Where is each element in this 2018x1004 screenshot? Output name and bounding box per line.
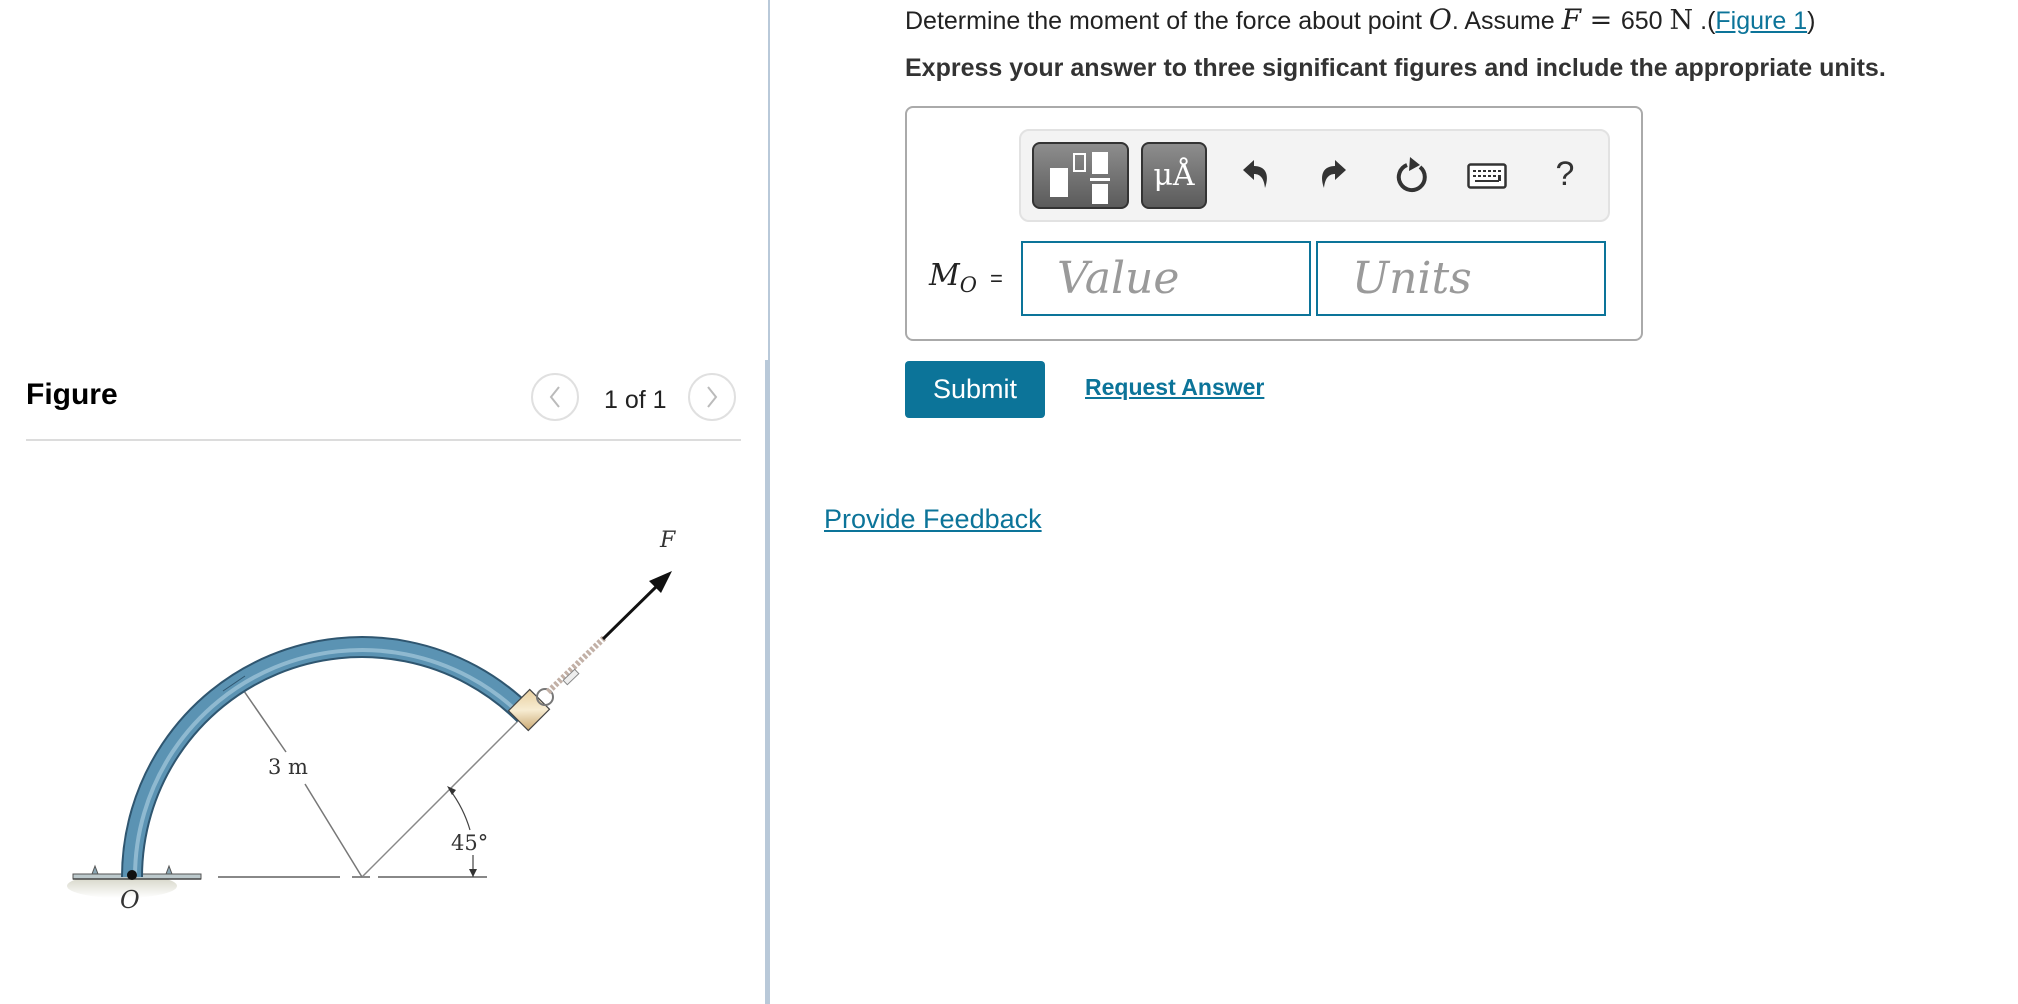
units-input[interactable] [1316,241,1606,316]
keyboard-icon[interactable] [1466,162,1508,190]
point-o-label: O [120,886,140,914]
label-subscript: O [959,273,977,297]
provide-feedback-link[interactable]: Provide Feedback [824,504,1042,535]
question-equals: = [1581,5,1621,36]
panel-resize-handle[interactable] [765,360,770,1004]
question-link-prefix: .( [1693,7,1716,35]
cable [545,635,607,695]
question-force-unit: N [1669,5,1694,36]
figure-diagram: F 3 m 45° O [67,528,676,914]
figure-link[interactable]: Figure 1 [1715,7,1807,35]
point-o-marker [127,870,137,880]
value-input[interactable] [1021,241,1311,316]
answer-variable-label: MO [929,258,977,297]
reset-icon[interactable] [1392,153,1432,197]
radius-line-lower [304,783,363,878]
undo-icon[interactable] [1238,155,1274,195]
question-point: O [1428,3,1452,36]
force-label: F [659,528,676,553]
next-figure-button[interactable] [688,373,736,421]
previous-figure-button[interactable] [531,373,579,421]
chevron-left-icon [549,386,560,408]
question-force-value: 650 [1620,7,1663,35]
templates-button[interactable] [1032,142,1129,209]
fraction-templates-icon [1050,152,1110,204]
units-button[interactable]: μÅ [1141,142,1207,209]
question-text: Determine the moment of the force about … [905,3,1815,36]
help-button[interactable]: ? [1550,152,1580,196]
question-prefix: Determine the moment of the force about … [905,7,1429,35]
label-main: M [929,258,960,293]
answer-instruction: Express your answer to three significant… [905,54,1886,82]
angle-line [361,713,526,878]
figure-page-indicator: 1 of 1 [604,386,667,414]
submit-button[interactable]: Submit [905,361,1045,418]
chevron-right-icon [707,386,718,408]
question-assume: . Assume [1451,7,1562,35]
question-force-var: F [1561,3,1582,36]
request-answer-link[interactable]: Request Answer [1085,374,1264,401]
radius-label: 3 m [268,755,308,779]
question-link-suffix: ) [1807,7,1816,35]
answer-equals-sign: = [990,266,1003,291]
panel-divider [768,0,770,362]
figure-heading: Figure [26,378,118,411]
redo-icon[interactable] [1315,155,1351,195]
force-arrow-shaft [601,581,662,641]
angle-label: 45° [451,831,488,855]
